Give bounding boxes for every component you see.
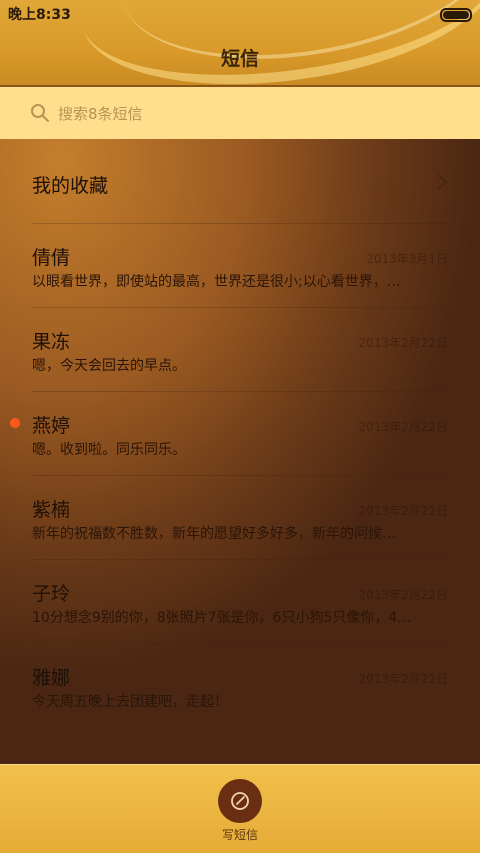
contact-name: 子玲 [32, 583, 71, 605]
compose-button[interactable] [218, 779, 262, 823]
message-preview: 新年的祝福数不胜数，新年的愿望好多好多，新年的问候… [32, 526, 396, 542]
search-icon [31, 104, 49, 122]
page-title: 短信 [220, 48, 259, 70]
chevron-right-icon [437, 174, 448, 190]
contact-name: 紫楠 [32, 499, 71, 521]
message-date: 2013年3月1日 [366, 252, 448, 266]
sms-app-screen: 晚上8:33 短信 搜索8条短信 我的收藏 倩倩 2013年3月1日 以眼看世界… [0, 0, 480, 853]
contact-name: 倩倩 [32, 247, 71, 269]
contact-name: 果冻 [32, 331, 71, 353]
contact-name: 燕婷 [32, 415, 71, 437]
message-preview: 以眼看世界，即使站的最高，世界还是很小;以心看世界，… [32, 274, 401, 290]
message-preview: 嗯。收到啦。同乐同乐。 [32, 442, 186, 458]
status-bar-time: 晚上8:33 [8, 7, 71, 23]
message-preview: 10分想念9别的你，8张照片7张是你，6只小狗5只像你，4… [32, 610, 412, 626]
message-date: 2013年2月22日 [358, 504, 448, 518]
search-input[interactable]: 搜索8条短信 [58, 103, 143, 124]
message-preview: 嗯，今天会回去的早点。 [32, 358, 186, 374]
message-date: 2013年2月22日 [358, 672, 448, 686]
favorites-label: 我的收藏 [32, 175, 109, 197]
contact-name: 雅娜 [32, 667, 71, 689]
unread-indicator [10, 418, 20, 428]
message-date: 2013年2月22日 [358, 588, 448, 602]
battery-icon [440, 8, 472, 22]
compose-label: 写短信 [221, 828, 258, 842]
compose-icon [231, 792, 249, 810]
message-date: 2013年2月22日 [358, 336, 448, 350]
message-preview: 今天周五晚上去团建吧，走起！ [32, 694, 228, 710]
app-header [0, 0, 480, 86]
message-date: 2013年2月22日 [358, 420, 448, 434]
